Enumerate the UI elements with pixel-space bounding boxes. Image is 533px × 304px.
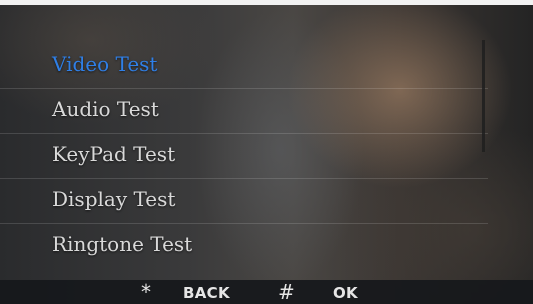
hash-key-icon: # [278,280,295,304]
ok-softkey[interactable]: OK [333,284,358,302]
test-menu-list: Video Test Audio Test KeyPad Test Displa… [0,44,488,269]
menu-item-keypad-test[interactable]: KeyPad Test [0,134,488,179]
menu-item-display-test[interactable]: Display Test [0,179,488,224]
test-menu-screen: Video Test Audio Test KeyPad Test Displa… [0,0,533,304]
back-softkey[interactable]: BACK [183,284,230,302]
asterisk-key-icon: * [141,280,151,304]
top-border [0,0,533,5]
softkey-bar: * BACK # OK [0,280,533,304]
menu-item-video-test[interactable]: Video Test [0,44,488,89]
menu-scrollbar[interactable] [482,40,485,152]
menu-item-audio-test[interactable]: Audio Test [0,89,488,134]
menu-item-ringtone-test[interactable]: Ringtone Test [0,224,488,269]
